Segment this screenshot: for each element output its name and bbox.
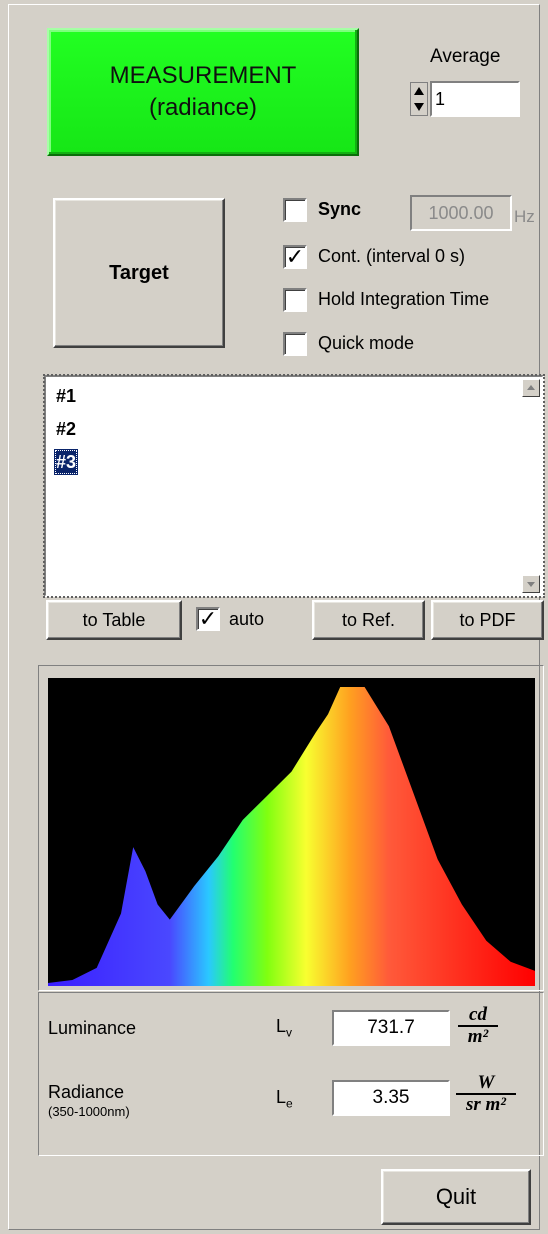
list-item[interactable]: #2 [54, 416, 78, 442]
luminance-unit: cd m² [458, 1004, 498, 1047]
radiance-symbol-sub: e [286, 1096, 293, 1111]
to-pdf-button[interactable]: to PDF [431, 600, 544, 640]
to-pdf-label: to PDF [459, 609, 516, 630]
to-ref-label: to Ref. [341, 609, 396, 630]
spectrum-chart [48, 678, 535, 986]
radiance-value: 3.35 [332, 1080, 450, 1116]
luminance-symbol-sub: v [286, 1025, 293, 1040]
quit-button[interactable]: Quit [381, 1169, 531, 1225]
measurement-list[interactable]: #1 #2 #3 [43, 374, 545, 598]
hold-integration-label: Hold Integration Time [318, 289, 490, 309]
spectrum-svg [48, 687, 535, 986]
sync-checkbox[interactable] [283, 198, 307, 222]
cont-label: Cont. (interval 0 s) [318, 246, 466, 266]
target-button-label: Target [109, 261, 169, 284]
luminance-value: 731.7 [332, 1010, 450, 1046]
spectrum-area [48, 687, 535, 986]
radiance-symbol-letter: L [276, 1087, 287, 1107]
luminance-symbol: Lv [276, 1016, 292, 1040]
hold-integration-checkbox[interactable] [283, 288, 307, 312]
radiance-label: Radiance [48, 1082, 125, 1102]
scroll-down-icon [527, 582, 535, 587]
scroll-up-icon [527, 385, 535, 390]
radiance-unit-num: W [477, 1072, 495, 1093]
average-spinner[interactable] [410, 82, 428, 116]
list-item[interactable]: #1 [54, 383, 78, 409]
luminance-unit-den: m² [467, 1026, 489, 1047]
measurement-button-line1: MEASUREMENT [109, 62, 297, 89]
radiance-unit-den: sr m² [465, 1094, 506, 1115]
radiance-range-label: (350-1000nm) [48, 1104, 130, 1119]
measurement-button[interactable]: MEASUREMENT (radiance) [47, 28, 359, 156]
list-scrollbar[interactable] [522, 379, 540, 593]
to-table-label: to Table [82, 609, 146, 630]
auto-checkbox[interactable]: ✓ [196, 607, 220, 631]
auto-label: auto [229, 609, 265, 629]
measurement-button-line2: (radiance) [148, 94, 258, 121]
sync-frequency-field: 1000.00 [410, 195, 512, 231]
cont-checkbox[interactable]: ✓ [283, 245, 307, 269]
radiance-symbol: Le [276, 1087, 293, 1111]
radiance-unit: W sr m² [456, 1072, 516, 1115]
to-table-button[interactable]: to Table [46, 600, 182, 640]
hz-unit-label: Hz [514, 207, 535, 226]
luminance-symbol-letter: L [276, 1016, 287, 1036]
spin-down-icon[interactable] [414, 103, 424, 111]
target-button[interactable]: Target [53, 198, 225, 348]
list-item-selected[interactable]: #3 [54, 449, 79, 475]
luminance-unit-num: cd [469, 1004, 487, 1025]
average-label: Average [430, 46, 501, 67]
luminance-label: Luminance [48, 1018, 137, 1038]
spin-up-icon[interactable] [414, 87, 424, 95]
quick-mode-label: Quick mode [318, 333, 415, 353]
scroll-down-button[interactable] [522, 575, 540, 593]
scroll-up-button[interactable] [522, 379, 540, 397]
sync-label: Sync [318, 199, 362, 219]
to-ref-button[interactable]: to Ref. [312, 600, 425, 640]
quick-mode-checkbox[interactable] [283, 332, 307, 356]
quit-button-label: Quit [435, 1184, 477, 1209]
average-input[interactable]: 1 [430, 81, 520, 117]
